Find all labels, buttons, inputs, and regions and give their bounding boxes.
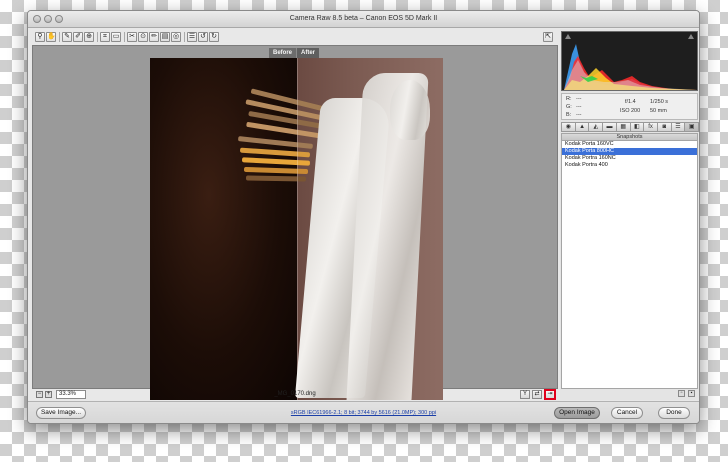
open-image-button[interactable]: Open Image <box>554 407 600 419</box>
snapshot-item[interactable]: Kodak Porta 800HC <box>562 148 697 155</box>
focal-length-value: 50 mm <box>650 108 667 114</box>
tab-tone-curve[interactable]: ▲ <box>574 122 590 132</box>
histogram-graph <box>564 44 697 90</box>
camera-raw-window: Camera Raw 8.5 beta – Canon EOS 5D Mark … <box>27 10 700 424</box>
straighten-icon: ▭ <box>112 33 120 40</box>
red-eye-tool[interactable]: ⊙ <box>138 32 148 42</box>
file-name: _MG_0170.dng <box>274 391 316 397</box>
aperture-value: f/1.4 <box>625 99 636 105</box>
image-preview-area[interactable]: Before After <box>32 45 558 400</box>
tab-presets[interactable]: ☰ <box>670 122 686 132</box>
spot-removal-icon: ✂ <box>129 33 135 40</box>
g-label: G: <box>566 104 572 110</box>
adjustment-brush-icon: ✏ <box>151 33 157 40</box>
spot-removal-tool[interactable]: ✂ <box>127 32 137 42</box>
photo-cloth <box>390 80 430 140</box>
copy-settings-icon: ⇥ <box>547 391 553 397</box>
shadow-clipping-icon[interactable] <box>565 34 571 39</box>
hand-tool[interactable]: ✋ <box>46 32 56 42</box>
bottom-bar: Save Image... sRGB IEC61966-2.1; 8 bit; … <box>28 401 699 423</box>
radial-filter-tool[interactable]: ◎ <box>171 32 181 42</box>
color-sampler-tool[interactable]: ✐ <box>73 32 83 42</box>
hand-icon: ✋ <box>47 33 56 40</box>
swap-settings-button[interactable]: ⇄ <box>532 390 542 399</box>
histogram <box>561 31 698 91</box>
toolbar-divider <box>59 32 60 42</box>
preferences-icon: ☰ <box>188 33 196 40</box>
straighten-tool[interactable]: ▭ <box>111 32 121 42</box>
tab-lens-corrections[interactable]: ◧ <box>629 122 645 132</box>
shutter-value: 1/250 s <box>650 99 669 105</box>
panel-tabs: ◉ ▲ ◭ ▬ ▦ ◧ fx ◙ ☰ ▣ <box>561 122 699 132</box>
color-sampler-icon: ✐ <box>75 33 81 40</box>
targeted-adjustment-tool[interactable]: ⊕ <box>84 32 94 42</box>
snapshot-item[interactable]: Kodak Porta 160VC <box>562 141 697 148</box>
r-label: R: <box>566 96 572 102</box>
white-balance-icon: ✎ <box>64 33 70 40</box>
cycle-view-button[interactable]: Y <box>520 390 530 399</box>
rotate-left-icon: ↺ <box>200 33 206 40</box>
targeted-adjustment-icon: ⊕ <box>86 33 92 40</box>
right-panel: R: --- G: --- B: --- f/1.4 1/250 s ISO 2… <box>560 29 699 400</box>
zoom-tool[interactable]: ⚲ <box>35 32 45 42</box>
rotate-left-button[interactable]: ↺ <box>198 32 208 42</box>
done-button[interactable]: Done <box>658 407 690 419</box>
delete-snapshot-icon[interactable]: ▪ <box>688 390 695 397</box>
graduated-filter-icon: ▤ <box>161 33 169 40</box>
photo-preview <box>150 58 443 400</box>
crop-tool[interactable]: ⌗ <box>100 32 110 42</box>
window-title: Camera Raw 8.5 beta – Canon EOS 5D Mark … <box>289 15 438 22</box>
b-label: B: <box>566 112 572 118</box>
snapshots-list: Kodak Porta 160VC Kodak Porta 800HC Koda… <box>561 141 698 389</box>
tab-effects[interactable]: fx <box>643 122 658 132</box>
tool-bar: ⚲ ✋ ✎ ✐ ⊕ ⌗ ▭ ✂ ⊙ ✏ ▤ ◎ ☰ ↺ ↻ ⇱ <box>28 29 559 45</box>
before-after-divider <box>297 58 298 400</box>
g-value: --- <box>576 104 582 110</box>
camera-info-readout: R: --- G: --- B: --- f/1.4 1/250 s ISO 2… <box>561 93 698 120</box>
highlight-clipping-icon[interactable] <box>688 34 694 39</box>
preferences-button[interactable]: ☰ <box>187 32 197 42</box>
rotate-right-button[interactable]: ↻ <box>209 32 219 42</box>
cycle-view-icon: Y <box>522 391 527 397</box>
tab-snapshots[interactable]: ▣ <box>684 122 699 132</box>
white-balance-tool[interactable]: ✎ <box>62 32 72 42</box>
tab-split-toning[interactable]: ▦ <box>615 122 631 132</box>
zoom-icon: ⚲ <box>37 33 43 40</box>
status-bar: − + 33.3% _MG_0170.dng Y ⇄ ⇥ <box>32 389 558 400</box>
iso-value: ISO 200 <box>620 108 641 114</box>
r-value: --- <box>576 96 582 102</box>
cancel-button[interactable]: Cancel <box>611 407 643 419</box>
toolbar-divider <box>97 32 98 42</box>
tab-camera-calibration[interactable]: ◙ <box>656 122 672 132</box>
crop-icon: ⌗ <box>103 33 107 40</box>
snapshots-header: Snapshots <box>561 133 698 141</box>
fullscreen-button[interactable]: ⇱ <box>543 32 553 42</box>
red-eye-icon: ⊙ <box>140 33 146 40</box>
toolbar-divider <box>124 32 125 42</box>
copy-settings-button[interactable]: ⇥ <box>545 390 555 399</box>
fullscreen-icon: ⇱ <box>545 33 551 40</box>
tab-hsl[interactable]: ▬ <box>602 122 617 132</box>
rotate-right-icon: ↻ <box>211 33 217 40</box>
tab-basic[interactable]: ◉ <box>561 122 576 132</box>
tab-detail[interactable]: ◭ <box>588 122 604 132</box>
adjustment-brush-tool[interactable]: ✏ <box>149 32 159 42</box>
title-bar: Camera Raw 8.5 beta – Canon EOS 5D Mark … <box>28 11 699 28</box>
graduated-filter-tool[interactable]: ▤ <box>160 32 170 42</box>
b-value: --- <box>576 112 582 118</box>
snapshot-item[interactable]: Kodak Portra 400 <box>562 162 697 169</box>
swap-settings-icon: ⇄ <box>534 391 540 397</box>
radial-filter-icon: ◎ <box>172 33 180 40</box>
snapshot-item[interactable]: Kodak Portra 160NC <box>562 155 697 162</box>
new-snapshot-icon[interactable]: ▫ <box>678 390 685 397</box>
toolbar-divider <box>184 32 185 42</box>
